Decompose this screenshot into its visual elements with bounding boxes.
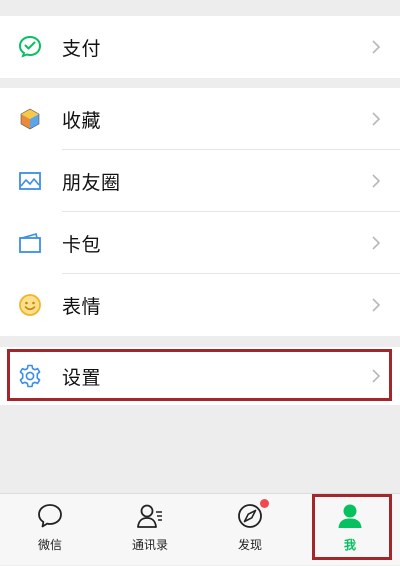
menu-item-cards[interactable]: 卡包 [0,212,400,274]
wechat-pay-icon [18,35,42,58]
tab-chats-label: 微信 [37,538,62,552]
picture-icon [19,172,41,190]
chevron-right-icon [372,298,381,312]
contacts-icon [137,504,162,528]
chevron-right-icon [372,236,381,250]
card-wallet-icon [19,233,41,253]
notification-dot [260,499,269,508]
tab-me[interactable]: 我 [300,494,400,566]
chevron-right-icon [372,40,381,54]
menu-item-moments-label: 朋友圈 [62,171,121,194]
person-icon [338,504,362,528]
tab-contacts[interactable]: 通讯录 [100,494,200,566]
menu-item-settings[interactable]: 设置 [0,347,400,405]
gear-icon [19,364,41,388]
menu-item-stickers[interactable]: 表情 [0,274,400,336]
tab-chats[interactable]: 微信 [0,494,100,566]
smiley-icon [19,294,41,316]
menu-item-stickers-label: 表情 [62,295,102,318]
menu-item-pay-label: 支付 [62,37,102,60]
tab-me-label: 我 [343,538,356,552]
tab-discover[interactable]: 发现 [200,494,300,566]
menu-item-moments[interactable]: 朋友圈 [0,150,400,212]
pay-section: 支付 [0,16,400,78]
chevron-right-icon [372,174,381,188]
settings-section: 设置 [0,347,400,405]
chat-bubble-icon [38,504,62,528]
chevron-right-icon [372,369,381,383]
menu-item-settings-label: 设置 [62,366,102,389]
tab-contacts-label: 通讯录 [131,538,168,552]
chevron-right-icon [372,112,381,126]
menu-item-pay[interactable]: 支付 [0,16,400,78]
features-section: 收藏 朋友圈 卡包 表情 [0,88,400,336]
bottom-tab-bar: 微信 通讯录 发现 我 [0,493,400,565]
menu-item-cards-label: 卡包 [62,233,102,256]
tab-discover-label: 发现 [237,538,262,552]
menu-item-favorites[interactable]: 收藏 [0,88,400,150]
menu-item-favorites-label: 收藏 [62,109,102,132]
cube-icon [20,108,40,130]
